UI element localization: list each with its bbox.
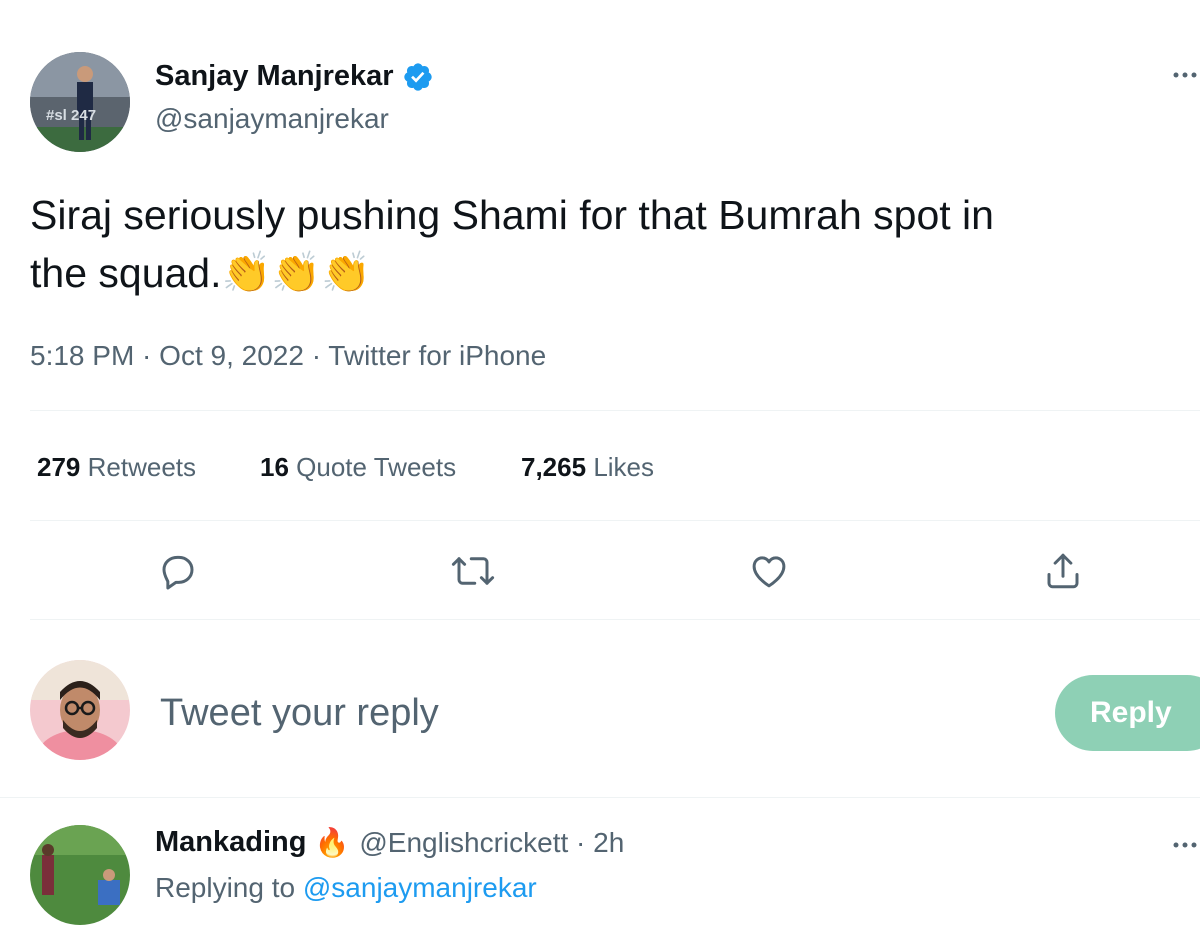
reply-header: Mankading 🔥 @Englishcrickett · 2h xyxy=(155,826,624,859)
replying-to-handle[interactable]: @sanjaymanjrekar xyxy=(303,872,537,903)
author-name[interactable]: Sanjay Manjrekar xyxy=(155,60,394,93)
likes-stat[interactable]: 7,265 Likes xyxy=(521,452,654,483)
tweet-text-line1: Siraj seriously pushing Shami for that B… xyxy=(30,192,994,238)
tweet-text-line2: the squad. 👏👏👏 xyxy=(30,244,994,302)
tweet-text: Siraj seriously pushing Shami for that B… xyxy=(30,186,994,302)
author-name-row: Sanjay Manjrekar xyxy=(155,60,434,93)
reply-icon[interactable] xyxy=(148,541,208,601)
replying-to: Replying to @sanjaymanjrekar xyxy=(155,872,537,904)
retweets-label: Retweets xyxy=(87,452,197,482)
reply-more-options-icon[interactable] xyxy=(1170,830,1200,867)
likes-count: 7,265 xyxy=(521,452,587,482)
tweet-text-line2-text: the squad. xyxy=(30,250,222,296)
user-avatar[interactable] xyxy=(30,660,130,760)
reply-input[interactable]: Tweet your reply xyxy=(160,692,439,735)
likes-label: Likes xyxy=(593,452,655,482)
reply-author-name[interactable]: Mankading xyxy=(155,826,306,859)
retweets-stat[interactable]: 279 Retweets xyxy=(37,452,196,483)
like-icon[interactable] xyxy=(739,541,799,601)
clapping-hands-emoji: 👏👏👏 xyxy=(221,251,371,295)
author-handle[interactable]: @sanjaymanjrekar xyxy=(155,103,389,135)
share-icon[interactable] xyxy=(1033,541,1093,601)
divider xyxy=(30,520,1200,521)
more-options-icon[interactable] xyxy=(1170,60,1200,97)
fire-emoji: 🔥 xyxy=(314,827,350,858)
retweet-icon[interactable] xyxy=(443,541,503,601)
quotes-label: Quote Tweets xyxy=(296,452,457,482)
reply-button[interactable]: Reply xyxy=(1055,675,1200,751)
reply-author-avatar[interactable] xyxy=(30,825,130,925)
divider xyxy=(30,619,1200,620)
avatar-overlay-text: #sl 247 xyxy=(46,107,96,124)
author-avatar[interactable]: #sl 247 xyxy=(30,52,130,152)
reply-handle-time[interactable]: @Englishcrickett · 2h xyxy=(359,827,624,859)
retweets-count: 279 xyxy=(37,452,81,482)
divider xyxy=(30,410,1200,411)
quotes-count: 16 xyxy=(260,452,289,482)
tweet-meta[interactable]: 5:18 PM · Oct 9, 2022 · Twitter for iPho… xyxy=(30,340,546,372)
quote-tweets-stat[interactable]: 16 Quote Tweets xyxy=(260,452,456,483)
replying-to-label: Replying to xyxy=(155,872,296,903)
verified-badge-icon xyxy=(402,61,434,93)
divider xyxy=(0,797,1200,798)
